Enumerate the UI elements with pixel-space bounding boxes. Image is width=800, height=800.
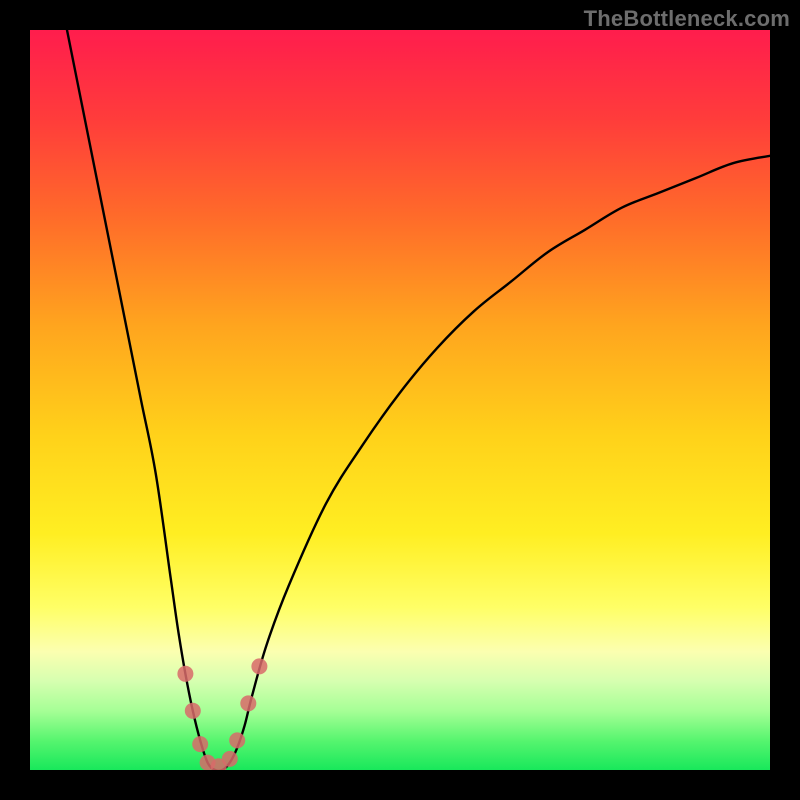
curve-marker: [240, 695, 256, 711]
curve-marker: [222, 751, 238, 767]
bottleneck-curve: [67, 30, 770, 770]
curve-marker: [185, 703, 201, 719]
chart-frame: TheBottleneck.com: [0, 0, 800, 800]
curve-markers: [177, 658, 267, 770]
curve-marker: [229, 732, 245, 748]
curve-layer: [30, 30, 770, 770]
curve-marker: [192, 736, 208, 752]
watermark-text: TheBottleneck.com: [584, 6, 790, 32]
curve-marker: [251, 658, 267, 674]
plot-area: [30, 30, 770, 770]
curve-marker: [177, 666, 193, 682]
